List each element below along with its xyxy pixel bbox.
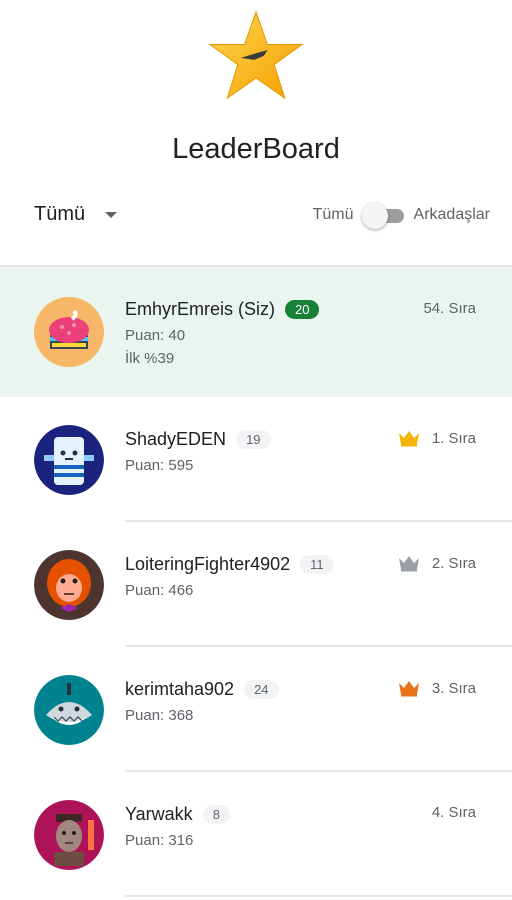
toggle-thumb xyxy=(361,203,388,229)
player-percentile: İlk %39 xyxy=(125,350,175,367)
player-rank: 3. Sıra xyxy=(398,679,476,697)
orangutan-avatar xyxy=(34,550,104,620)
cupcake-avatar xyxy=(34,297,104,367)
rank-label: 2. Sıra xyxy=(431,554,476,572)
player-name-line: kerimtaha902 24 xyxy=(125,679,279,700)
leaderboard-row-me[interactable]: EmhyrEmreis (Siz) 20 Puan: 40 İlk %39 54… xyxy=(0,267,512,397)
player-rank: 1. Sıra xyxy=(398,429,476,447)
level-badge: 8 xyxy=(202,805,230,824)
leaderboard-row[interactable]: LoiteringFighter4902 11 Puan: 466 2. Sır… xyxy=(0,522,512,647)
friends-toggle-group: Tümü Arkadaşlar xyxy=(312,203,490,229)
player-name-line: EmhyrEmreis (Siz) 20 xyxy=(125,299,320,320)
gold-crown-icon xyxy=(398,431,419,447)
robot-avatar xyxy=(34,425,104,495)
toggle-all-label: Tümü xyxy=(312,206,354,223)
leaderboard-row[interactable]: Yarwakk 8 Puan: 316 4. Sıra xyxy=(0,772,512,897)
scope-dropdown[interactable]: Tümü xyxy=(34,203,118,226)
player-rank: 4. Sıra xyxy=(432,804,476,821)
warrior-avatar xyxy=(34,800,104,870)
player-name: Yarwakk xyxy=(125,804,193,824)
player-points: Puan: 40 xyxy=(125,327,186,344)
leaderboard-row[interactable]: ShadyEDEN 19 Puan: 595 1. Sıra xyxy=(0,397,512,522)
rank-label: 3. Sıra xyxy=(431,679,476,697)
level-badge: 24 xyxy=(244,680,279,699)
rank-label: 54. Sıra xyxy=(423,300,476,317)
shark-avatar xyxy=(34,675,104,745)
player-rank: 2. Sıra xyxy=(398,554,476,572)
level-badge: 19 xyxy=(236,430,271,449)
player-points: Puan: 466 xyxy=(125,582,194,599)
player-name-line: LoiteringFighter4902 11 xyxy=(125,554,334,575)
leaderboard-row[interactable]: kerimtaha902 24 Puan: 368 3. Sıra xyxy=(0,647,512,772)
chevron-down-icon xyxy=(105,211,118,218)
rank-label: 1. Sıra xyxy=(431,429,476,447)
leaderboard-header: LeaderBoard xyxy=(0,0,512,175)
silver-crown-icon xyxy=(398,556,419,572)
rank-label: 4. Sıra xyxy=(431,804,476,821)
level-badge: 11 xyxy=(300,555,334,574)
star-icon xyxy=(208,10,304,100)
player-name-line: Yarwakk 8 xyxy=(125,804,230,825)
player-points: Puan: 316 xyxy=(125,832,194,849)
player-name: EmhyrEmreis (Siz) xyxy=(125,299,276,319)
divider xyxy=(125,895,512,897)
player-name: kerimtaha902 xyxy=(125,679,235,699)
player-name-line: ShadyEDEN 19 xyxy=(125,429,271,450)
player-name: LoiteringFighter4902 xyxy=(125,554,291,574)
player-rank: 54. Sıra xyxy=(423,300,476,317)
filter-bar: Tümü Tümü Arkadaşlar xyxy=(0,195,512,239)
page-title: LeaderBoard xyxy=(172,133,340,165)
toggle-friends-label: Arkadaşlar xyxy=(413,206,490,223)
friends-toggle-switch[interactable] xyxy=(361,203,404,229)
scope-dropdown-label: Tümü xyxy=(34,203,86,225)
player-points: Puan: 368 xyxy=(125,707,194,724)
bronze-crown-icon xyxy=(398,681,419,697)
player-name: ShadyEDEN xyxy=(125,429,227,449)
level-badge: 20 xyxy=(285,300,320,319)
player-points: Puan: 595 xyxy=(125,457,194,474)
